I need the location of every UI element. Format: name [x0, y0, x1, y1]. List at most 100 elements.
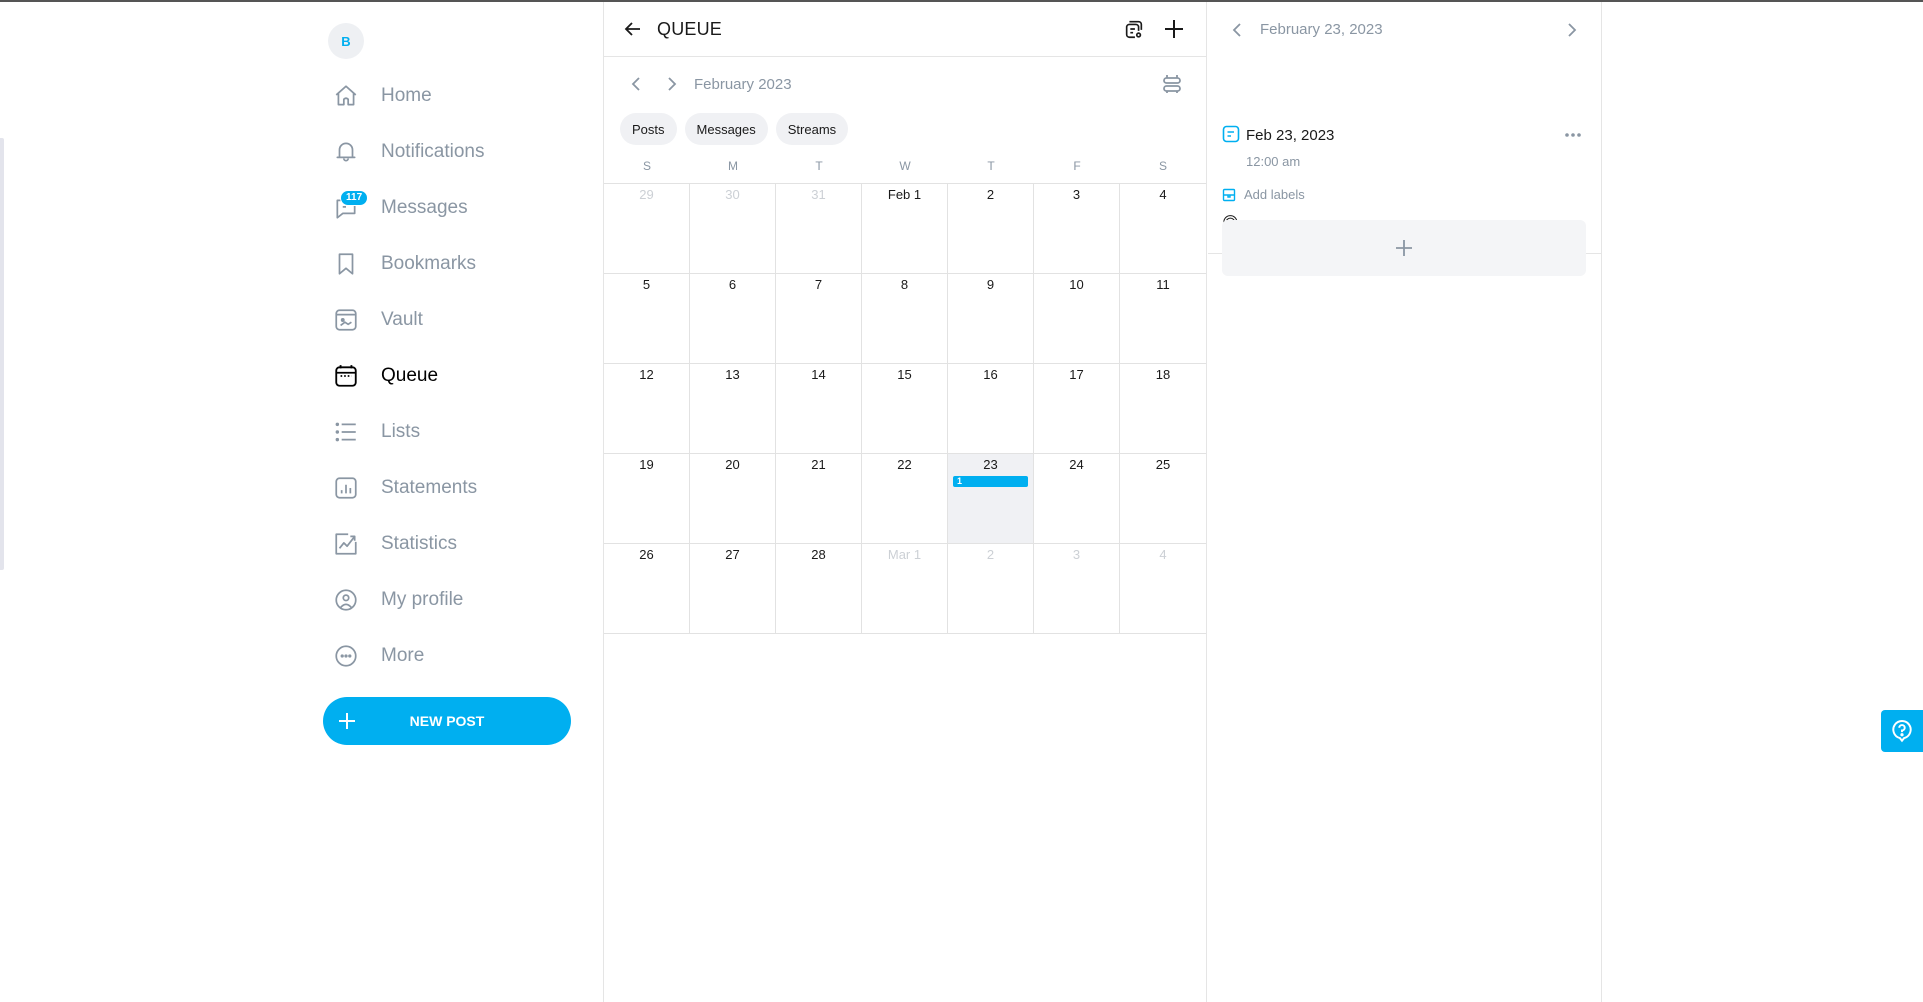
sidebar-item-label: Lists	[381, 421, 421, 442]
help-button[interactable]	[1881, 710, 1923, 752]
scheduled-event-bar[interactable]: 1	[953, 476, 1028, 487]
calendar-day-cell[interactable]: 7	[776, 274, 862, 364]
bar-chart-icon	[322, 466, 370, 510]
new-post-button[interactable]: NEW POST	[323, 697, 571, 745]
sidebar-item-statistics[interactable]: Statistics	[322, 522, 582, 566]
day-number: 4	[1159, 547, 1167, 562]
calendar-day-cell[interactable]: 26	[604, 544, 690, 634]
filter-chip-messages[interactable]: Messages	[684, 113, 768, 145]
weekday-label: W	[899, 159, 911, 173]
day-number: Feb 1	[887, 187, 922, 202]
calendar-day-cell[interactable]: 28	[776, 544, 862, 634]
calendar-day-cell[interactable]: 4	[1120, 184, 1206, 274]
calendar-day-cell[interactable]: 14	[776, 364, 862, 454]
add-labels-label: Add labels	[1244, 187, 1305, 202]
post-time: 12:00 am	[1246, 154, 1301, 169]
back-button[interactable]	[618, 14, 648, 44]
messages-badge: 117	[340, 190, 369, 206]
calendar-day-cell[interactable]: 8	[862, 274, 948, 364]
post-more-button[interactable]	[1559, 125, 1587, 145]
calendar-day-cell[interactable]: 9	[948, 274, 1034, 364]
day-number: 11	[1156, 277, 1170, 292]
day-number: 18	[1155, 367, 1171, 382]
chevron-left-icon	[1232, 22, 1241, 37]
add-button[interactable]	[1156, 11, 1192, 47]
sidebar-item-bookmarks[interactable]: Bookmarks	[322, 242, 582, 286]
calendar-day-cell[interactable]: 16	[948, 364, 1034, 454]
document-settings-icon	[1125, 20, 1143, 39]
sidebar-item-label: More	[381, 645, 425, 666]
calendar-day-cell[interactable]: Mar 1	[862, 544, 948, 634]
left-scrollbar[interactable]	[0, 138, 4, 570]
calendar-day-cell[interactable]: 2	[948, 184, 1034, 274]
sidebar-item-home[interactable]: Home	[322, 74, 582, 118]
calendar-day-cell[interactable]: 10	[1034, 274, 1120, 364]
queue-header: QUEUE	[604, 2, 1206, 57]
month-navigation: February 2023	[604, 57, 1206, 111]
add-labels-button[interactable]: Add labels	[1222, 187, 1305, 202]
calendar-day-cell[interactable]: 31	[776, 184, 862, 274]
calendar-day-cell[interactable]: 27	[690, 544, 776, 634]
sidebar-item-statements[interactable]: Statements	[322, 466, 582, 510]
sidebar-item-queue[interactable]: Queue	[322, 354, 582, 398]
calendar-day-cell[interactable]: 5	[604, 274, 690, 364]
sidebar-item-label: Messages	[381, 197, 468, 218]
calendar-day-cell[interactable]: 15	[862, 364, 948, 454]
calendar-day-cell[interactable]: 25	[1120, 454, 1206, 544]
selected-date-label: February 23, 2023	[1260, 21, 1383, 38]
chevron-right-icon	[668, 77, 677, 91]
prev-day-button[interactable]	[1222, 15, 1252, 45]
line-chart-icon	[322, 522, 370, 566]
calendar-day-cell[interactable]: 12	[604, 364, 690, 454]
label-icon	[1222, 188, 1236, 201]
filter-chip-posts[interactable]: Posts	[620, 113, 677, 145]
calendar-day-cell[interactable]: 2	[948, 544, 1034, 634]
weekday-label: T	[815, 159, 823, 173]
calendar-day-cell[interactable]: 19	[604, 454, 690, 544]
add-post-to-day-button[interactable]	[1222, 220, 1586, 276]
calendar-day-cell[interactable]: Feb 1	[862, 184, 948, 274]
view-toggle-button[interactable]	[1154, 69, 1190, 99]
calendar-day-cell[interactable]: 22	[862, 454, 948, 544]
sidebar-item-vault[interactable]: Vault	[322, 298, 582, 342]
day-number: 10	[1069, 277, 1084, 292]
sidebar-item-lists[interactable]: Lists	[322, 410, 582, 454]
sidebar-item-label: Home	[381, 85, 432, 106]
sidebar-item-notifications[interactable]: Notifications	[322, 130, 582, 174]
message-icon: 117	[322, 186, 370, 230]
calendar-day-cell[interactable]: 21	[776, 454, 862, 544]
chevron-left-icon	[631, 77, 640, 91]
calendar-icon	[322, 354, 370, 398]
calendar-day-cell[interactable]: 30	[690, 184, 776, 274]
calendar-day-cell[interactable]: 13	[690, 364, 776, 454]
day-number: 30	[725, 187, 740, 202]
day-number: 8	[900, 277, 909, 292]
day-number: 5	[642, 277, 651, 292]
calendar-day-cell[interactable]: 17	[1034, 364, 1120, 454]
more-horizontal-icon	[1565, 133, 1581, 137]
sidebar-item-messages[interactable]: 117 Messages	[322, 186, 582, 230]
avatar[interactable]: B	[328, 23, 364, 59]
next-day-button[interactable]	[1557, 15, 1587, 45]
sidebar-item-label: Statements	[381, 477, 478, 498]
sidebar-item-more[interactable]: More	[322, 634, 582, 678]
sidebar-item-my-profile[interactable]: My profile	[322, 578, 582, 622]
filter-chip-streams[interactable]: Streams	[775, 113, 849, 145]
calendar-day-cell[interactable]: 3	[1034, 184, 1120, 274]
day-number: 16	[983, 367, 998, 382]
prev-month-button[interactable]	[618, 69, 654, 99]
calendar-day-cell[interactable]: 6	[690, 274, 776, 364]
calendar-day-cell[interactable]: 11	[1120, 274, 1206, 364]
day-number: 27	[725, 547, 740, 562]
calendar-day-cell[interactable]: 18	[1120, 364, 1206, 454]
next-month-button[interactable]	[654, 69, 690, 99]
calendar-day-cell[interactable]: 3	[1034, 544, 1120, 634]
day-number: 14	[811, 367, 826, 382]
calendar-day-cell[interactable]: 4	[1120, 544, 1206, 634]
calendar-day-cell[interactable]: 23 1	[948, 454, 1034, 544]
saved-settings-button[interactable]	[1116, 11, 1152, 47]
calendar-day-cell[interactable]: 20	[690, 454, 776, 544]
calendar-day-cell[interactable]: 29	[604, 184, 690, 274]
calendar-day-cell[interactable]: 24	[1034, 454, 1120, 544]
day-number: 19	[639, 457, 654, 472]
